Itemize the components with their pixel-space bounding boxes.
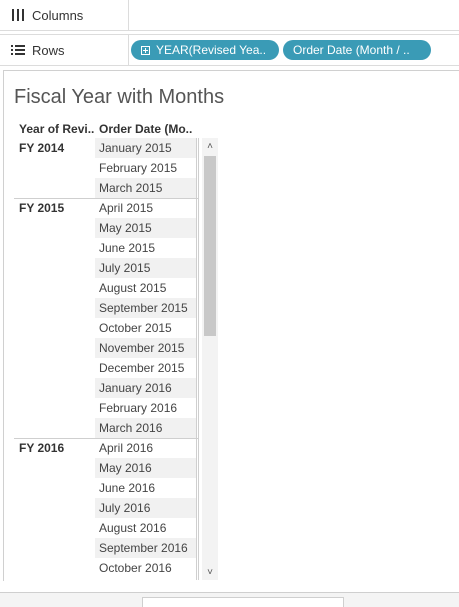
month-cell[interactable]: March 2015 — [95, 178, 196, 198]
column-divider — [196, 138, 197, 580]
month-cell[interactable]: June 2015 — [95, 238, 196, 258]
view-title: Fiscal Year with Months — [14, 86, 225, 108]
table-row[interactable]: September 2015 — [14, 298, 198, 318]
month-cell[interactable]: July 2016 — [95, 498, 196, 518]
month-cell[interactable]: May 2015 — [95, 218, 196, 238]
order-date-pill[interactable]: Order Date (Month / .. — [283, 40, 431, 60]
month-cell[interactable]: April 2015 — [95, 198, 196, 218]
column-divider — [198, 138, 199, 580]
month-cell[interactable]: January 2015 — [95, 138, 196, 158]
order-date-pill-label: Order Date (Month / .. — [293, 43, 410, 57]
rows-shelf-label: Rows — [0, 35, 129, 65]
month-cell[interactable]: August 2015 — [95, 278, 196, 298]
year-cell[interactable]: FY 2014 — [19, 141, 64, 155]
table-row[interactable]: January 2016 — [14, 378, 198, 398]
columns-icon — [10, 8, 26, 22]
table-row[interactable]: October 2015 — [14, 318, 198, 338]
table-row[interactable]: February 2016 — [14, 398, 198, 418]
rows-drop-area[interactable]: YEAR(Revised Yea.. Order Date (Month / .… — [129, 35, 459, 65]
month-cell[interactable]: April 2016 — [95, 438, 196, 458]
table-row[interactable]: FY 2015 April 2015 — [14, 198, 198, 218]
table-row[interactable]: May 2015 — [14, 218, 198, 238]
month-cell[interactable]: August 2016 — [95, 518, 196, 538]
table-row[interactable]: May 2016 — [14, 458, 198, 478]
year-pill[interactable]: YEAR(Revised Yea.. — [131, 40, 279, 60]
month-cell[interactable]: September 2016 — [95, 538, 196, 558]
year-cell[interactable]: FY 2015 — [19, 201, 64, 215]
table-row[interactable]: December 2015 — [14, 358, 198, 378]
table-row[interactable]: February 2015 — [14, 158, 198, 178]
table-row[interactable]: November 2015 — [14, 338, 198, 358]
year-pill-label: YEAR(Revised Yea.. — [156, 43, 267, 57]
table-row[interactable]: March 2016 — [14, 418, 198, 438]
rows-shelf[interactable]: Rows YEAR(Revised Yea.. Order Date (Mont… — [0, 34, 459, 66]
month-cell[interactable]: November 2015 — [95, 338, 196, 358]
table-row[interactable]: June 2016 — [14, 478, 198, 498]
scroll-up-arrow-icon[interactable]: ˄ — [202, 138, 218, 154]
year-cell[interactable]: FY 2016 — [19, 441, 64, 455]
table-row[interactable]: July 2016 — [14, 498, 198, 518]
table-row[interactable]: July 2015 — [14, 258, 198, 278]
month-cell[interactable]: February 2015 — [95, 158, 196, 178]
crosstab-table: FY 2014 January 2015 February 2015 March 20… — [14, 138, 218, 580]
vertical-scrollbar[interactable]: ˄ ˅ — [202, 138, 218, 580]
month-cell[interactable]: September 2015 — [95, 298, 196, 318]
month-cell[interactable]: October 2016 — [95, 558, 196, 578]
columns-drop-area[interactable] — [129, 0, 459, 30]
month-cell[interactable]: October 2015 — [95, 318, 196, 338]
scroll-down-arrow-icon[interactable]: ˅ — [202, 564, 218, 580]
table-row[interactable]: FY 2016 April 2016 — [14, 438, 198, 458]
table-row[interactable]: August 2016 — [14, 518, 198, 538]
rows-label: Rows — [32, 42, 65, 58]
scroll-thumb[interactable] — [204, 156, 216, 336]
table-row[interactable]: March 2015 — [14, 178, 198, 198]
columns-shelf-label: Columns — [0, 0, 129, 30]
columns-shelf[interactable]: Columns — [0, 0, 459, 31]
table-row[interactable]: September 2016 — [14, 538, 198, 558]
table-row[interactable]: October 2016 — [14, 558, 198, 578]
expand-plus-icon[interactable] — [141, 45, 150, 55]
month-cell[interactable]: February 2016 — [95, 398, 196, 418]
month-cell[interactable]: July 2015 — [95, 258, 196, 278]
table-row[interactable]: August 2015 — [14, 278, 198, 298]
year-column-header[interactable]: Year of Revi.. — [19, 122, 94, 136]
columns-label: Columns — [32, 7, 84, 23]
month-cell[interactable]: May 2016 — [95, 458, 196, 478]
month-cell[interactable]: December 2015 — [95, 358, 196, 378]
rows-icon — [10, 43, 26, 57]
table-row[interactable]: FY 2014 January 2015 — [14, 138, 198, 158]
table-row[interactable]: June 2015 — [14, 238, 198, 258]
month-cell[interactable]: June 2016 — [95, 478, 196, 498]
order-date-column-header[interactable]: Order Date (Mo.. — [99, 122, 192, 136]
month-cell[interactable]: January 2016 — [95, 378, 196, 398]
month-cell[interactable]: March 2016 — [95, 418, 196, 438]
